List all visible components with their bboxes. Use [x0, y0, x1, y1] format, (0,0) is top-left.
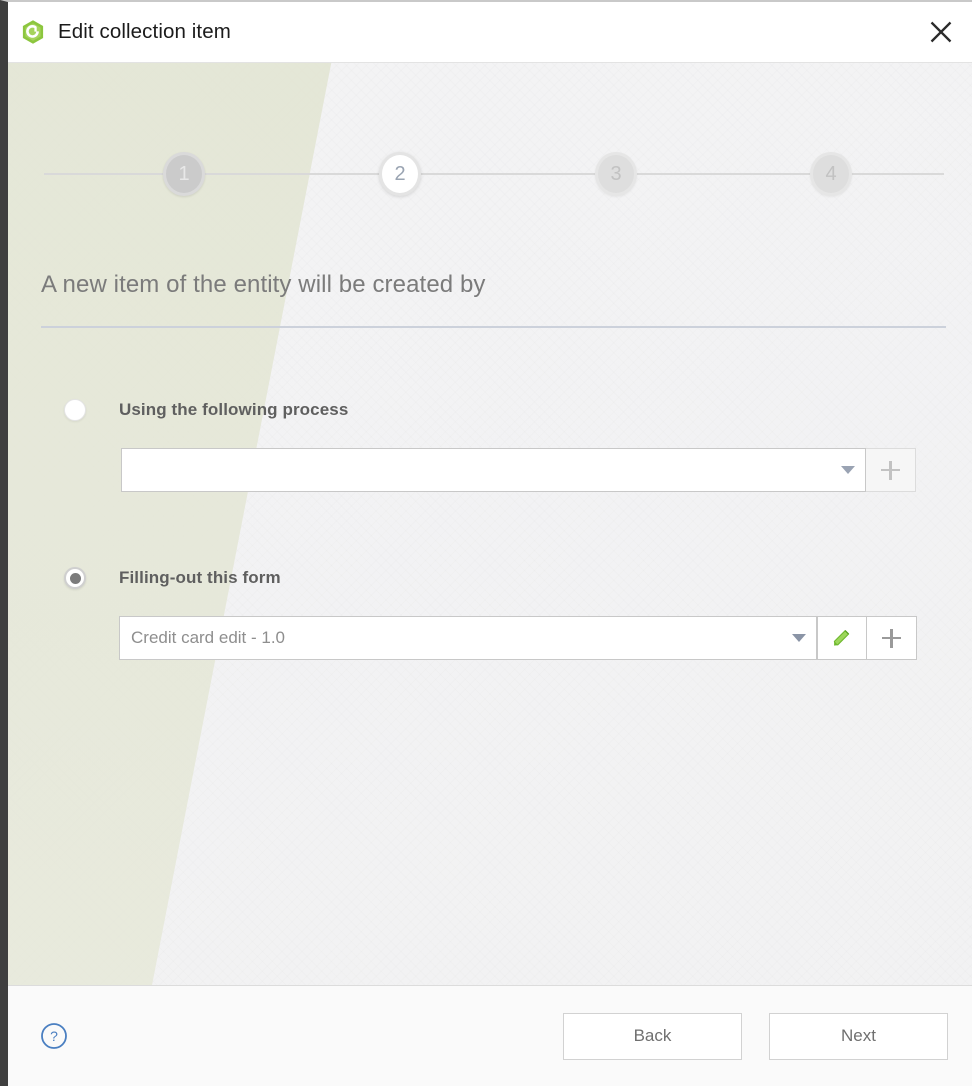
- pencil-icon: [833, 630, 850, 646]
- wizard-step-4[interactable]: 4: [809, 145, 853, 203]
- step-circle: 3: [595, 152, 637, 196]
- radio-row-process[interactable]: Using the following process: [8, 396, 916, 424]
- dialog-title: Edit collection item: [58, 20, 231, 43]
- option-group-process: Using the following process: [8, 396, 916, 492]
- form-picker-row: Credit card edit - 1.0: [119, 616, 917, 660]
- chevron-down-icon: [841, 466, 855, 474]
- form-dropdown[interactable]: Credit card edit - 1.0: [119, 616, 817, 660]
- wizard-step-1[interactable]: 1: [162, 145, 206, 203]
- step-circle: 4: [810, 152, 852, 196]
- step-number: 2: [394, 162, 406, 185]
- radio-fill-form[interactable]: [64, 567, 86, 589]
- svg-text:?: ?: [50, 1028, 58, 1044]
- step-number: 4: [825, 162, 837, 185]
- option-group-form: Filling-out this form Credit card edit -…: [8, 564, 917, 660]
- dialog-content: 1 2 3 4 A new item of the entity will be…: [8, 63, 972, 985]
- edit-form-button[interactable]: [817, 616, 867, 660]
- back-button[interactable]: Back: [563, 1012, 742, 1060]
- step-circle: 1: [163, 152, 205, 196]
- plus-icon: [882, 628, 901, 648]
- close-button[interactable]: [910, 2, 972, 62]
- edit-collection-item-dialog: Edit collection item 1 2 3 4 A new item …: [0, 0, 972, 1086]
- wizard-stepper: 1 2 3 4: [44, 145, 944, 203]
- add-form-button[interactable]: [867, 616, 917, 660]
- step-circle: 2: [379, 152, 421, 196]
- plus-icon: [881, 460, 900, 480]
- page-title: A new item of the entity will be created…: [41, 271, 486, 298]
- radio-label-form: Filling-out this form: [119, 568, 281, 587]
- radio-use-process[interactable]: [64, 399, 86, 421]
- next-button[interactable]: Next: [769, 1012, 948, 1060]
- close-icon: [930, 21, 952, 43]
- process-picker-row: [121, 448, 916, 492]
- wizard-step-3[interactable]: 3: [594, 145, 638, 203]
- help-icon[interactable]: ?: [40, 1022, 68, 1050]
- radio-label-process: Using the following process: [119, 400, 349, 419]
- chevron-down-icon: [792, 634, 806, 642]
- step-number: 3: [610, 162, 622, 185]
- add-process-button[interactable]: [866, 448, 916, 492]
- hexagon-logo-icon: [22, 20, 44, 44]
- heading-divider: [41, 326, 946, 328]
- wizard-step-2[interactable]: 2: [378, 145, 422, 203]
- form-dropdown-value: Credit card edit - 1.0: [131, 628, 286, 647]
- dialog-footer: ? Back Next: [8, 985, 972, 1086]
- process-dropdown[interactable]: [121, 448, 866, 492]
- radio-row-form[interactable]: Filling-out this form: [8, 564, 917, 592]
- step-number: 1: [178, 162, 190, 185]
- dialog-titlebar: Edit collection item: [8, 2, 972, 63]
